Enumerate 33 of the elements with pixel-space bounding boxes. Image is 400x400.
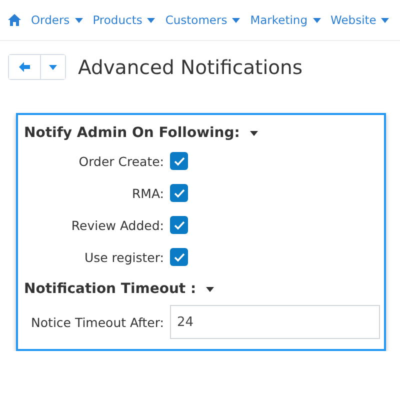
caret-icon <box>74 18 83 22</box>
caret-icon <box>147 18 156 22</box>
checkbox[interactable] <box>170 216 188 234</box>
caret-icon <box>49 64 57 70</box>
caret-icon[interactable] <box>250 130 258 136</box>
nav-link[interactable]: Products <box>92 13 156 27</box>
checkbox[interactable] <box>170 248 188 266</box>
field-label: Notice Timeout After: <box>30 314 164 330</box>
nav-link[interactable]: Marketing <box>250 13 321 27</box>
caret-icon[interactable] <box>206 286 214 292</box>
field-label: Use register: <box>83 250 164 264</box>
nav-link[interactable]: Customers <box>165 13 240 27</box>
section-heading: Notify Admin On Following: <box>24 125 240 141</box>
field-label: Order Create: <box>78 154 164 168</box>
check-icon <box>174 156 184 166</box>
back-arrow-icon <box>19 62 30 72</box>
home-icon[interactable] <box>8 14 21 26</box>
page-title: Advanced Notifications <box>78 56 303 78</box>
caret-icon <box>381 18 390 22</box>
back-button[interactable] <box>9 55 41 79</box>
nav-link[interactable]: Orders <box>31 13 83 27</box>
check-icon <box>174 188 184 198</box>
caret-icon <box>232 18 240 22</box>
section-heading: Notification Timeout : <box>24 281 196 297</box>
checkbox[interactable] <box>170 152 188 170</box>
input-field[interactable]: 24 <box>170 305 380 339</box>
field-label: RMA: <box>130 186 164 200</box>
caret-icon <box>312 18 321 22</box>
field-label: Review Added: <box>70 218 164 232</box>
check-icon <box>174 220 184 230</box>
nav-link[interactable]: Website <box>330 13 390 27</box>
checkbox[interactable] <box>170 184 188 202</box>
check-icon <box>174 252 184 262</box>
